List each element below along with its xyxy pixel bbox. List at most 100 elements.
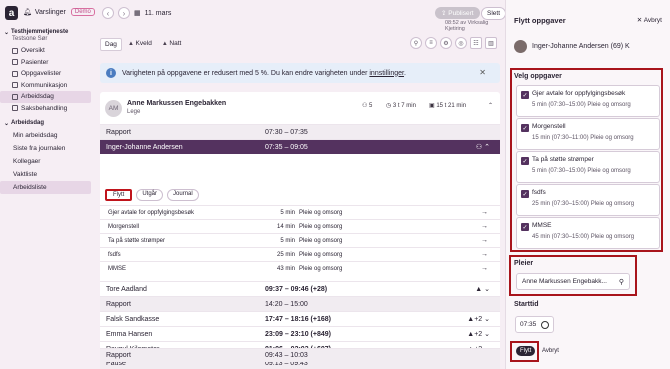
employee-header[interactable]: AM Anne Markussen Engebakken Lege ⚇ 5 ◷ … (105, 98, 495, 123)
sidebar-item-saksbehandling[interactable]: Saksbehandling (0, 103, 95, 115)
table-row[interactable]: Tore Aadland 09:37 – 09:46 (+28) ▲ ⌄ (100, 281, 500, 296)
task-category: Pleie og omsorg (299, 223, 343, 230)
calendar-icon[interactable]: ▦ (134, 9, 141, 17)
task-option[interactable]: ✓ Gjer avtale for oppfylgingsbesøk 5 min (… (516, 85, 660, 117)
filter-icon[interactable]: ≡ (425, 37, 437, 49)
org-selector[interactable]: ⌄ Testhjemmetjeneste (0, 29, 95, 36)
row-controls[interactable]: ▲+2 ⌄ (467, 315, 490, 323)
row-name: Falsk Sandkasse (106, 315, 160, 323)
columns-view-icon[interactable]: ▥ (485, 37, 497, 49)
cancel-button[interactable]: Avbryt (542, 348, 559, 354)
warning-icon: ▲ (127, 41, 136, 47)
clock-icon: ◷ (386, 103, 393, 109)
checkbox-checked-icon[interactable]: ✓ (521, 223, 529, 231)
task-option[interactable]: ✓ MMSE 45 min (07:30–15:00) Pleie og omsor… (516, 217, 660, 249)
arrow-right-icon[interactable]: → (481, 251, 488, 258)
app-logo[interactable]: a (5, 6, 18, 20)
target-icon[interactable]: ◎ (455, 37, 467, 49)
task-row[interactable]: MMSE 43 min Pleie og omsorg → (100, 261, 500, 275)
group-chevron-up-icon[interactable]: ⚇ ⌃ (476, 143, 490, 151)
table-row[interactable]: Falsk Sandkasse 17:47 – 18:16 (+168) ▲+2 ⌄ (100, 311, 500, 326)
table-row-selected[interactable]: Inger-Johanne Andersen 07:35 – 09:05 ⚇ ⌃ (100, 139, 500, 154)
table-row[interactable]: Rapport 14:20 – 15:00 (100, 296, 500, 311)
table-row[interactable]: Rapport 09:43 – 10:03 (100, 348, 500, 362)
cancel-visit-button[interactable]: Utgår (136, 189, 164, 201)
suborg-name: Testsone Sør (12, 36, 48, 42)
sidebar-item-kommunikasjon[interactable]: Kommunikasjon (0, 80, 95, 92)
table-row[interactable]: Emma Hansen 23:09 – 23:10 (+849) ▲+2 ⌄ (100, 326, 500, 341)
close-icon[interactable]: ✕ (479, 68, 486, 77)
arrow-right-icon[interactable]: → (481, 223, 488, 230)
sidebar: ⌄ Testhjemmetjeneste Testsone Sør Oversik… (0, 28, 95, 369)
task-row[interactable]: Morgenstell 14 min Pleie og omsorg → (100, 219, 500, 233)
total-time-value: 15 t 21 min (436, 103, 467, 109)
checkbox-checked-icon[interactable]: ✓ (521, 91, 529, 99)
row-time: 07:30 – 07:35 (265, 128, 308, 136)
row-controls[interactable]: ▲ ⌄ (475, 285, 490, 293)
checkbox-checked-icon[interactable]: ✓ (521, 124, 529, 132)
settings-icon[interactable]: ⚙ (440, 37, 452, 49)
patient-name: Inger-Johanne Andersen (69) K (532, 43, 630, 50)
banner-end: . (404, 69, 406, 77)
sidebar-item-arbeidsdag[interactable]: Arbeidsdag (0, 91, 91, 103)
search-icon[interactable]: ⚲ (410, 37, 422, 49)
chevron-up-icon[interactable]: ⌃ (488, 102, 493, 109)
start-time-field[interactable]: 07:35 (515, 316, 554, 333)
tab-kveld[interactable]: ▲ Kveld (124, 38, 156, 51)
task-name: Ta på støtte strømper (108, 237, 166, 244)
section-arbeidsdag[interactable]: ⌄ Arbeidsdag (0, 120, 95, 127)
tab-natt[interactable]: ▲ Natt (158, 38, 186, 51)
sidebar-item-kollegaer[interactable]: Kollegaer (0, 155, 95, 168)
arrow-right-icon[interactable]: → (481, 209, 488, 216)
chat-icon (12, 82, 18, 89)
task-duration: 5 min (280, 237, 295, 244)
task-option[interactable]: ✓ Morgenstell 15 min (07:30–11:00) Pleie o… (516, 118, 660, 150)
checkbox-checked-icon[interactable]: ✓ (521, 190, 529, 198)
avatar: AM (105, 100, 122, 117)
org-name: Testhjemmetjeneste (11, 29, 69, 35)
pleier-field[interactable]: Anne Markussen Engebakk... ⚲ (516, 273, 630, 290)
task-row[interactable]: Gjer avtale for oppfylgingsbesøk 5 min Ple… (100, 205, 500, 219)
checkbox-checked-icon[interactable]: ✓ (521, 157, 529, 165)
settings-link[interactable]: innstillinger (369, 70, 404, 77)
task-option[interactable]: ✓ Ta på støtte strømper 5 min (07:30–15:00… (516, 151, 660, 183)
banner-text: Varigheten på oppgavene er redusert med … (122, 70, 406, 77)
delete-button[interactable]: Slett (481, 7, 507, 20)
sidebar-item-label: Saksbehandling (21, 104, 68, 112)
move-button[interactable]: Flytt (105, 189, 133, 201)
row-controls[interactable]: ▲+2 ⌄ (467, 330, 490, 338)
previous-day-button[interactable]: ‹ (102, 7, 114, 19)
published-button[interactable]: ⇪ Publisert (435, 7, 480, 19)
sidebar-item-pasienter[interactable]: Pasienter (0, 57, 95, 69)
row-name: Rapport (106, 352, 131, 359)
sidebar-item-label: Pasienter (21, 58, 49, 66)
task-row[interactable]: Ta på støtte strømper 5 min Pleie og omsor… (100, 233, 500, 247)
overview-icon (12, 47, 18, 54)
table-row[interactable]: Rapport 07:30 – 07:35 (100, 124, 500, 139)
tab-dag[interactable]: Dag (100, 38, 122, 51)
task-row[interactable]: fsdfs 25 min Pleie og omsorg → (100, 247, 500, 261)
journal-button[interactable]: Journal (167, 189, 199, 201)
task-duration: 5 min (280, 209, 295, 216)
sidebar-item-siste-fra-journalen[interactable]: Siste fra journalen (0, 142, 95, 155)
move-submit-button[interactable]: Flytt (516, 346, 536, 356)
option-name: MMSE (532, 222, 552, 229)
sidebar-item-vaktliste[interactable]: Vaktliste (0, 168, 95, 181)
sidebar-item-label: Kommunikasjon (21, 81, 68, 89)
sidebar-item-arbeidsliste[interactable]: Arbeidsliste (0, 181, 91, 194)
notifications-button[interactable]: 🔔︎ Varslinger Demo (23, 8, 95, 16)
list-view-icon[interactable]: ☷ (470, 37, 482, 49)
panel-cancel-button[interactable]: ✕ Avbryt (637, 16, 662, 24)
start-time-label: Starttid (514, 301, 539, 308)
date-label[interactable]: 11. mars (145, 10, 172, 17)
arrow-right-icon[interactable]: → (481, 237, 488, 244)
sidebar-item-oppgavelister[interactable]: Oppgavelister (0, 68, 95, 80)
row-badge: +2 (474, 331, 483, 338)
next-day-button[interactable]: › (118, 7, 130, 19)
task-option[interactable]: ✓ fsdfs 25 min (07:30–15:00) Pleie og omso… (516, 184, 660, 216)
arrow-right-icon[interactable]: → (481, 265, 488, 272)
sidebar-item-oversikt[interactable]: Oversikt (0, 45, 95, 57)
patients-icon (12, 59, 18, 66)
sidebar-item-min-arbeidsdag[interactable]: Min arbeidsdag (0, 129, 95, 142)
task-duration: 14 min (276, 223, 295, 230)
